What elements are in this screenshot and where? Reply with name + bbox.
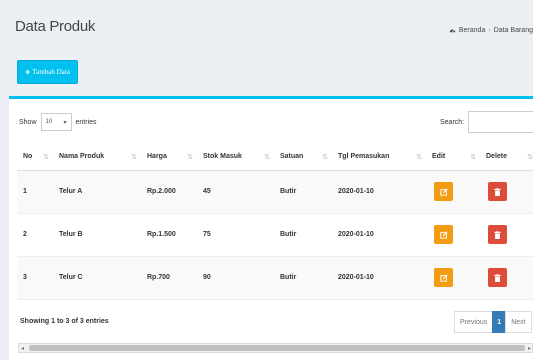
add-data-button[interactable]: + Tambah Data <box>17 60 78 84</box>
content-header: Data Produk Beranda › Data Barang <box>0 0 533 50</box>
cell-harga: Rp.1.500 <box>141 213 197 257</box>
scrollbar-thumb[interactable] <box>29 345 525 351</box>
entries-select[interactable]: 10 ▾ <box>40 113 72 131</box>
header-nama-produk[interactable]: Nama Produk ⇅ <box>53 144 141 171</box>
breadcrumb-home[interactable]: Beranda <box>459 27 485 34</box>
table-row: 2 Telur B Rp.1.500 75 Butir 2020-01-10 <box>17 213 533 257</box>
sort-asc-icon: ⇅ <box>43 154 49 161</box>
sort-icon: ⇅ <box>131 154 137 161</box>
header-no[interactable]: No ⇅ <box>17 144 53 171</box>
cell-stok: 90 <box>197 256 274 300</box>
add-data-label: Tambah Data <box>32 68 70 76</box>
plus-icon: + <box>25 67 31 77</box>
cell-no: 2 <box>17 213 53 257</box>
table-row: 1 Telur A Rp.2.000 45 Butir 2020-01-10 <box>17 170 533 214</box>
cell-nama: Telur A <box>53 170 141 214</box>
cell-edit <box>426 213 480 257</box>
delete-button[interactable] <box>488 268 507 287</box>
cell-no: 3 <box>17 256 53 300</box>
previous-button[interactable]: Previous <box>454 311 494 333</box>
cell-tgl: 2020-01-10 <box>332 213 426 257</box>
header-stok-masuk[interactable]: Stok Masuk ⇅ <box>197 144 274 171</box>
breadcrumb-current: Data Barang <box>493 27 533 34</box>
edit-icon <box>439 230 448 239</box>
cell-stok: 75 <box>197 213 274 257</box>
edit-button[interactable] <box>434 182 453 201</box>
cell-stok: 45 <box>197 170 274 214</box>
table-header-row: No ⇅ Nama Produk ⇅ Harga ⇅ Stok Masuk ⇅ Satu… <box>17 144 533 171</box>
breadcrumb-separator: › <box>488 27 491 34</box>
header-satuan[interactable]: Satuan ⇅ <box>274 144 332 171</box>
search-input[interactable] <box>468 111 533 133</box>
table-info: Showing 1 to 3 of 3 entries <box>20 318 109 325</box>
cell-edit <box>426 256 480 300</box>
cell-delete <box>480 256 533 300</box>
dashboard-icon <box>449 26 456 35</box>
sort-icon: ⇅ <box>527 154 533 161</box>
cell-delete <box>480 170 533 214</box>
search-control: Search: <box>440 111 533 133</box>
cell-satuan: Butir <box>274 170 332 214</box>
header-delete[interactable]: Delete ⇅ <box>480 144 533 171</box>
search-label: Search: <box>440 118 465 126</box>
sort-icon: ⇅ <box>416 154 422 161</box>
caret-down-icon: ▾ <box>63 119 67 126</box>
cell-harga: Rp.700 <box>141 256 197 300</box>
show-label: Show <box>19 118 37 126</box>
cell-harga: Rp.2.000 <box>141 170 197 214</box>
edit-icon <box>439 273 448 282</box>
next-button[interactable]: Next <box>505 311 532 333</box>
pagination: Previous 1 Next <box>454 311 532 333</box>
cell-delete <box>480 213 533 257</box>
cell-nama: Telur C <box>53 256 141 300</box>
scroll-left-icon[interactable]: ◂ <box>21 345 24 352</box>
sort-icon: ⇅ <box>322 154 328 161</box>
length-control: Show 10 ▾ entries <box>19 113 97 131</box>
trash-icon <box>494 273 501 282</box>
sort-icon: ⇅ <box>470 154 476 161</box>
edit-button[interactable] <box>434 225 453 244</box>
breadcrumb: Beranda › Data Barang <box>449 26 533 35</box>
entries-value: 10 <box>45 119 53 125</box>
sort-icon: ⇅ <box>264 154 270 161</box>
delete-button[interactable] <box>488 225 507 244</box>
header-tgl-pemasukan[interactable]: Tgl Pemasukan ⇅ <box>332 144 426 171</box>
header-edit[interactable]: Edit ⇅ <box>426 144 480 171</box>
page-title: Data Produk <box>15 18 96 35</box>
trash-icon <box>494 230 501 239</box>
product-table: No ⇅ Nama Produk ⇅ Harga ⇅ Stok Masuk ⇅ Satu… <box>17 144 533 300</box>
cell-satuan: Butir <box>274 256 332 300</box>
cell-no: 1 <box>17 170 53 214</box>
cell-tgl: 2020-01-10 <box>332 256 426 300</box>
header-harga[interactable]: Harga ⇅ <box>141 144 197 171</box>
edit-icon <box>439 187 448 196</box>
cell-satuan: Butir <box>274 213 332 257</box>
trash-icon <box>494 187 501 196</box>
table-row: 3 Telur C Rp.700 90 Butir 2020-01-10 <box>17 256 533 300</box>
entries-label: entries <box>75 118 97 126</box>
page-1-button[interactable]: 1 <box>492 311 507 333</box>
scroll-right-icon[interactable]: ▸ <box>528 345 531 352</box>
cell-tgl: 2020-01-10 <box>332 170 426 214</box>
cell-edit <box>426 170 480 214</box>
edit-button[interactable] <box>434 268 453 287</box>
sort-icon: ⇅ <box>187 154 193 161</box>
cell-nama: Telur B <box>53 213 141 257</box>
delete-button[interactable] <box>488 182 507 201</box>
horizontal-scrollbar[interactable]: ◂ ▸ <box>18 343 533 353</box>
